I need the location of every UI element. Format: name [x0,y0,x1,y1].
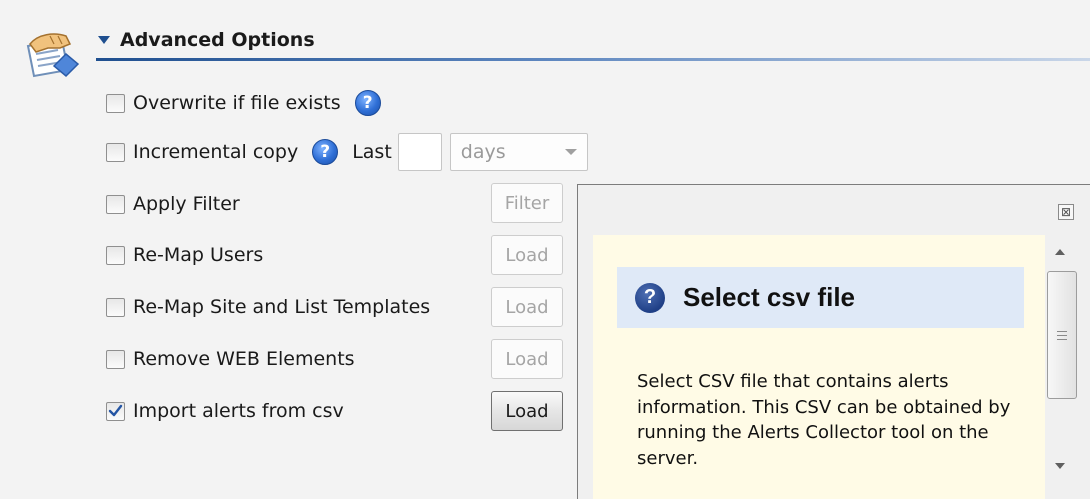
tooltip-body: Select CSV file that contains alerts inf… [637,371,1011,469]
option-remove-web-elements: Remove WEB Elements [106,342,355,376]
option-import-alerts: Import alerts from csv [106,394,344,428]
overwrite-label: Overwrite if file exists [133,92,341,114]
hand-document-icon [20,32,84,84]
load-alerts-button[interactable]: Load [491,391,563,431]
remove-web-elements-label: Remove WEB Elements [133,348,355,370]
import-alerts-label: Import alerts from csv [133,400,344,422]
scroll-down-icon[interactable] [1055,463,1065,469]
tooltip-scrollbar[interactable] [1045,235,1081,483]
question-icon: ? [635,282,665,313]
scroll-up-icon[interactable] [1055,249,1065,255]
load-users-button[interactable]: Load [491,235,563,275]
option-remap-users: Re-Map Users [106,238,263,272]
section-title: Advanced Options [120,29,315,51]
remap-users-checkbox[interactable] [106,245,125,265]
tooltip-title: Select csv file [683,282,855,312]
remap-templates-label: Re-Map Site and List Templates [133,296,431,318]
load-templates-button[interactable]: Load [491,287,563,327]
help-icon[interactable]: ? [312,139,339,165]
section-header[interactable]: Advanced Options [96,26,1090,54]
remap-users-label: Re-Map Users [133,244,264,266]
collapse-arrow-icon[interactable] [98,36,110,44]
header-divider [96,58,1090,61]
close-icon[interactable]: ⊠ [1058,204,1074,220]
unit-select-value: days [460,141,506,163]
last-count-input[interactable] [397,133,442,171]
import-alerts-checkbox[interactable] [106,401,125,421]
apply-filter-checkbox[interactable] [106,194,125,214]
incremental-label: Incremental copy [133,141,299,163]
scroll-thumb[interactable] [1047,271,1077,399]
option-remap-templates: Re-Map Site and List Templates [106,290,430,324]
option-apply-filter: Apply Filter [106,187,240,221]
checkmark-icon [108,404,123,417]
incremental-checkbox[interactable] [106,142,125,162]
load-web-elements-button[interactable]: Load [491,339,563,379]
grip-icon [1057,330,1067,340]
option-overwrite: Overwrite if file exists ? [106,86,381,120]
remap-templates-checkbox[interactable] [106,297,125,317]
tooltip-header: ? Select csv file [617,267,1024,328]
remove-web-elements-checkbox[interactable] [106,349,125,369]
option-incremental: Incremental copy ? Last days [106,133,588,171]
help-icon[interactable]: ? [354,90,381,116]
overwrite-checkbox[interactable] [106,93,125,113]
chevron-down-icon [564,149,577,155]
unit-select[interactable]: days [449,133,588,171]
filter-button[interactable]: Filter [491,183,563,223]
last-label: Last [352,141,392,163]
apply-filter-label: Apply Filter [133,193,240,215]
